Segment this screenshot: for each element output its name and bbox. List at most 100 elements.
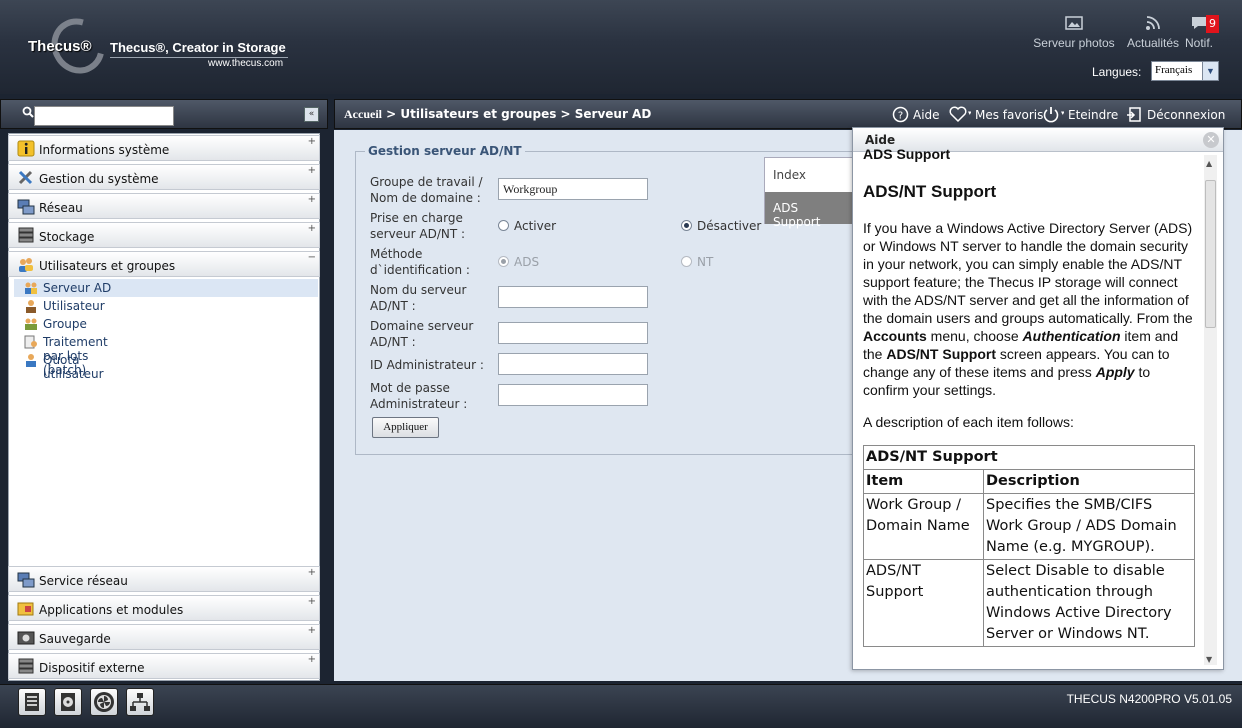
language-select[interactable]: Français ▼ xyxy=(1151,61,1219,81)
close-icon[interactable]: ✕ xyxy=(1203,132,1219,148)
submenu-ad-server[interactable]: Serveur AD xyxy=(14,279,318,297)
photo-server-button[interactable]: Serveur photos xyxy=(1030,14,1118,50)
batch-icon xyxy=(24,335,37,349)
notification-count-badge: 9 xyxy=(1206,15,1219,33)
scroll-up-icon[interactable]: ▲ xyxy=(1206,159,1212,168)
nt-radio-label: NT xyxy=(697,255,714,269)
logo-text: Thecus® xyxy=(28,38,92,55)
applications-icon xyxy=(17,602,34,616)
language-label: Langues: xyxy=(1092,65,1142,79)
help-partial-heading: ADS Support xyxy=(863,146,951,162)
table-cell: Select Disable to disable authentication… xyxy=(983,559,1195,647)
column-header-description: Description xyxy=(983,469,1195,494)
shutdown-button[interactable]: ▾ Eteindre xyxy=(1042,106,1118,123)
heart-icon: ▾ xyxy=(949,106,972,123)
enable-radio-label: Activer xyxy=(514,219,557,233)
server-name-input[interactable] xyxy=(498,286,648,308)
help-label: Aide xyxy=(913,108,940,122)
favorites-button[interactable]: ▾ Mes favoris xyxy=(949,106,1043,123)
menu-search-input[interactable] xyxy=(34,106,174,126)
svg-text:▾: ▾ xyxy=(968,109,971,117)
ad-support-label: Prise en charge serveur AD/NT : xyxy=(370,211,466,241)
menu-label: Dispositif externe xyxy=(39,661,145,675)
help-description-intro: A description of each item follows: xyxy=(863,414,1074,430)
table-row: ADS/NT Support Select Disable to disable … xyxy=(863,559,1195,647)
radio-button xyxy=(498,220,509,231)
logout-button[interactable]: Déconnexion xyxy=(1126,106,1225,123)
disk-icon xyxy=(61,693,75,711)
header: Thecus® Thecus®, Creator in Storage www.… xyxy=(0,0,1242,94)
apply-button[interactable]: Appliquer xyxy=(372,417,439,438)
photo-icon xyxy=(1065,16,1083,30)
menu-label: Gestion du système xyxy=(39,172,159,186)
menu-network-service[interactable]: Service réseau + xyxy=(8,566,320,592)
fieldset-legend: Gestion serveur AD/NT xyxy=(365,144,525,158)
table-cell: Work Group / Domain Name xyxy=(863,493,984,560)
quota-icon xyxy=(26,354,36,367)
language-value: Français xyxy=(1155,64,1193,76)
server-name-label: Nom du serveur AD/NT : xyxy=(370,283,467,313)
photo-server-label: Serveur photos xyxy=(1033,36,1115,50)
menu-system-info[interactable]: Informations système + xyxy=(8,135,320,161)
menu-applications[interactable]: Applications et modules + xyxy=(8,595,320,621)
expand-icon: + xyxy=(307,654,316,665)
network-icon xyxy=(17,199,35,215)
admin-password-input[interactable] xyxy=(498,384,648,406)
ads-radio[interactable]: ADS xyxy=(498,255,539,269)
admin-id-input[interactable] xyxy=(498,353,648,375)
nt-radio[interactable]: NT xyxy=(681,255,713,269)
disable-radio[interactable]: Désactiver xyxy=(681,219,761,233)
menu-label: Réseau xyxy=(39,201,83,215)
collapse-icon: − xyxy=(307,252,316,263)
expand-icon: + xyxy=(307,136,316,147)
server-status-icon[interactable] xyxy=(18,688,46,716)
menu-storage[interactable]: Stockage + xyxy=(8,222,320,248)
news-button[interactable]: Actualités xyxy=(1124,14,1182,50)
enable-radio[interactable]: Activer xyxy=(498,219,556,233)
tagline: Thecus®, Creator in Storage xyxy=(110,40,286,55)
table-cell: ADS/NT Support xyxy=(863,559,984,647)
radio-button xyxy=(681,256,692,267)
menu-external-device[interactable]: Dispositif externe + xyxy=(8,653,320,679)
help-scrollbar[interactable]: ▲ ▼ xyxy=(1204,155,1217,665)
breadcrumb-path: > Utilisateurs et groupes > Serveur AD xyxy=(382,107,652,121)
shutdown-label: Eteindre xyxy=(1068,108,1119,122)
menu-label: Stockage xyxy=(39,230,95,244)
breadcrumb: Accueil > Utilisateurs et groupes > Serv… xyxy=(344,107,651,122)
news-label: Actualités xyxy=(1126,36,1180,50)
menu-network[interactable]: Réseau + xyxy=(8,193,320,219)
menu-label: Informations système xyxy=(39,143,170,157)
scrollbar-thumb[interactable] xyxy=(1205,180,1216,328)
website-text: www.thecus.com xyxy=(208,58,284,69)
footer xyxy=(0,684,1242,728)
collapse-sidebar-button[interactable]: « xyxy=(304,107,319,122)
menu-label: Service réseau xyxy=(39,574,128,588)
workgroup-input[interactable]: Workgroup xyxy=(498,178,648,200)
fan-icon xyxy=(94,692,114,712)
scroll-down-icon[interactable]: ▼ xyxy=(1206,655,1212,664)
users-icon xyxy=(25,282,37,294)
help-button[interactable]: ? Aide xyxy=(892,106,940,123)
menu-users-groups[interactable]: Utilisateurs et groupes − xyxy=(8,251,320,277)
domain-label: Domaine serveur AD/NT : xyxy=(370,319,474,349)
expand-icon: + xyxy=(307,194,316,205)
disk-status-icon[interactable] xyxy=(54,688,82,716)
power-icon: ▾ xyxy=(1043,107,1065,123)
fan-status-icon[interactable] xyxy=(90,688,118,716)
submenu-label: Serveur AD xyxy=(43,281,112,295)
network-status-icon[interactable] xyxy=(126,688,154,716)
menu-backup[interactable]: Sauvegarde + xyxy=(8,624,320,650)
help-heading: ADS/NT Support xyxy=(863,182,997,201)
submenu-label: Utilisateur xyxy=(43,299,105,313)
menu-system-management[interactable]: Gestion du système + xyxy=(8,164,320,190)
disable-radio-label: Désactiver xyxy=(697,219,762,233)
svg-text:▾: ▾ xyxy=(1061,109,1064,117)
breadcrumb-home-link[interactable]: Accueil xyxy=(344,107,382,121)
network-tree-icon xyxy=(130,693,150,711)
chevron-down-icon: ▼ xyxy=(1202,62,1218,80)
tab-ads-support[interactable]: ADS Support xyxy=(765,192,853,229)
domain-input[interactable] xyxy=(498,322,648,344)
menu-label: Sauvegarde xyxy=(39,632,111,646)
tab-index[interactable]: Index xyxy=(765,158,853,192)
network-service-icon xyxy=(17,572,35,588)
